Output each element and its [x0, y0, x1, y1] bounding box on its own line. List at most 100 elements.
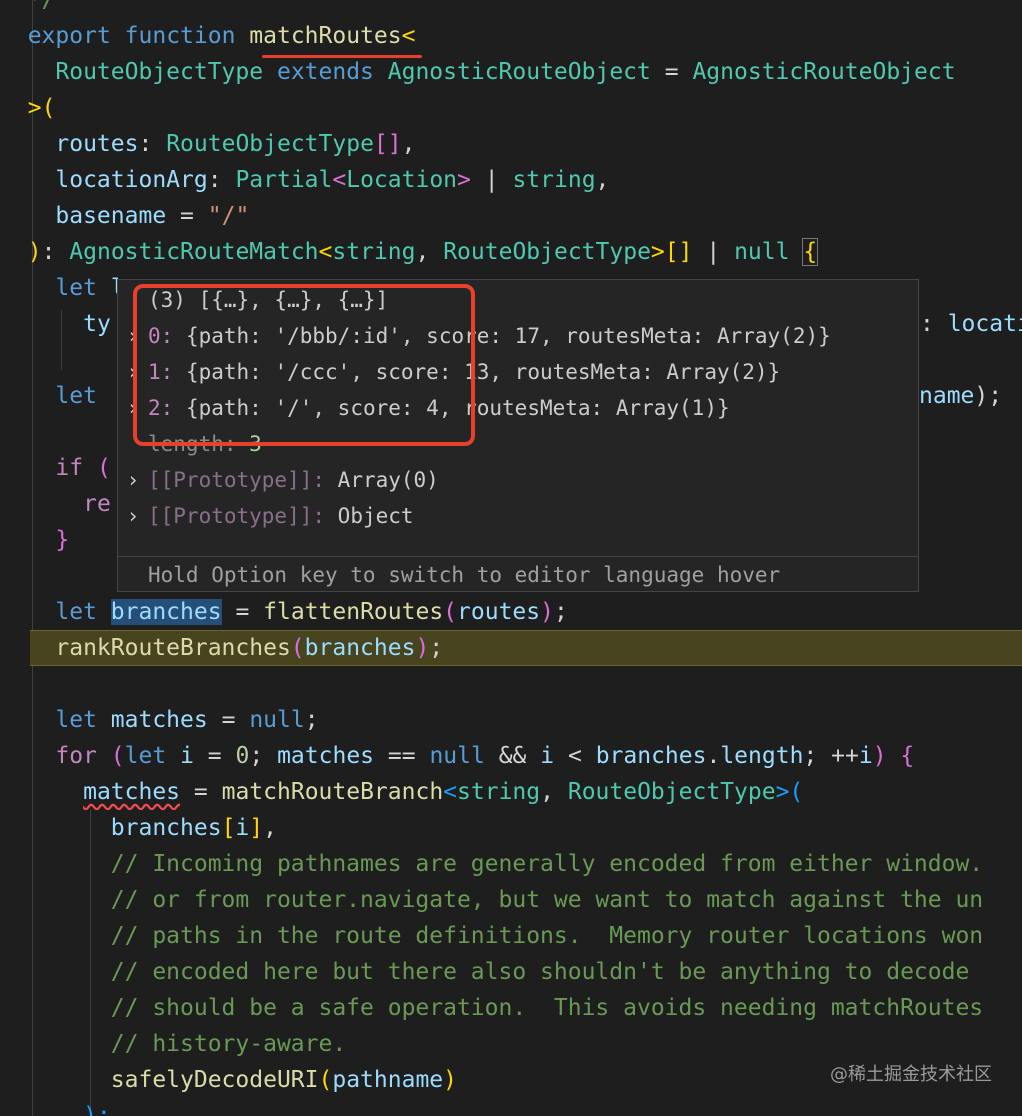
chevron-right-icon[interactable]: › [118, 498, 148, 534]
punct: , [540, 779, 554, 805]
function-call[interactable]: safelyDecodeURI [111, 1067, 319, 1093]
operator: | [484, 167, 499, 193]
bracket: [] [664, 239, 693, 265]
code-line[interactable]: let matches = null; [0, 702, 1022, 738]
code-line[interactable]: let branches = flattenRoutes(routes); [0, 594, 1022, 630]
param: basename [55, 203, 167, 229]
comment: // should be a safe operation. This avoi… [110, 995, 984, 1021]
code-line[interactable]: matches = matchRouteBranch<string, Route… [0, 774, 1022, 810]
punct: ; [304, 707, 319, 733]
code-line[interactable]: ): AgnosticRouteMatch<string, RouteObjec… [0, 234, 1022, 270]
comment: */ [27, 0, 56, 13]
prototype-label: [[Prototype]] [148, 504, 313, 528]
variable: i [180, 743, 194, 769]
code-line[interactable]: // encoded here but there also shouldn't… [0, 954, 1022, 990]
bracket: > [775, 779, 790, 805]
prototype-value: Array(0) [337, 468, 439, 492]
code-line[interactable]: RouteObjectType extends AgnosticRouteObj… [0, 54, 1022, 90]
keyword: function [124, 23, 236, 49]
bracket: > [457, 167, 471, 193]
code-line[interactable]: branches[i], [0, 810, 1022, 846]
keyword: let [124, 743, 167, 769]
function-call[interactable]: flattenRoutes [263, 599, 443, 625]
code-line[interactable]: // or from router.navigate, but we want … [0, 882, 1022, 918]
code-line[interactable]: locationArg: Partial<Location> | string, [0, 162, 1022, 198]
operator: = [180, 203, 194, 229]
variable: locati [947, 311, 1022, 337]
bracket: [ [221, 815, 236, 841]
bracket: ) [872, 743, 887, 769]
code-line[interactable]: >( [0, 90, 1022, 126]
function-call[interactable]: rankRouteBranches [55, 635, 290, 661]
function-name[interactable]: matchRoutes [249, 23, 401, 49]
keyword: re [83, 491, 111, 517]
code-line-right: name); [919, 378, 1022, 414]
code-line[interactable]: routes: RouteObjectType[], [0, 126, 1022, 162]
hover-proto-array[interactable]: › [[Prototype]]: Array(0) [118, 462, 439, 498]
operator: = [207, 743, 222, 769]
variable: pathname [332, 1067, 444, 1093]
bracket: { [802, 238, 819, 266]
punct: ; [553, 599, 568, 625]
hover-proto-object[interactable]: › [[Prototype]]: Object [118, 498, 414, 534]
punct: : [41, 239, 56, 265]
bracket: < [332, 167, 347, 193]
variable: branches [595, 743, 707, 769]
keyword: let [55, 599, 97, 625]
code-line[interactable]: // history-aware. [0, 1026, 1022, 1062]
keyword: extends [276, 59, 374, 85]
type: null [734, 239, 790, 265]
comment: // history-aware. [110, 1031, 347, 1057]
comment: // or from router.navigate, but we want … [110, 887, 984, 913]
keyword: export [27, 23, 111, 49]
bracket: > [650, 239, 665, 265]
chevron-right-icon[interactable]: › [118, 462, 148, 498]
function-call[interactable]: matchRouteBranch [222, 779, 444, 805]
code-line[interactable]: basename = "/" [0, 198, 1022, 234]
variable: branches [304, 635, 416, 661]
punct: , [595, 167, 610, 193]
code-line[interactable]: // Incoming pathnames are generally enco… [0, 846, 1022, 882]
code-line[interactable]: export function matchRoutes< [0, 18, 1022, 54]
param: routes [55, 131, 139, 157]
type: RouteObjectType [567, 779, 776, 805]
punct: : [207, 167, 222, 193]
type: Partial [235, 167, 333, 193]
type: string [332, 239, 416, 265]
code-line[interactable]: ); [0, 1098, 1022, 1116]
bracket: } [55, 527, 70, 553]
bracket: ( [290, 635, 305, 661]
variable-error[interactable]: matches [83, 779, 180, 805]
variable[interactable]: branches [110, 599, 222, 625]
prototype-label: [[Prototype]] [148, 468, 313, 492]
type: AgnosticRouteObject [692, 59, 956, 85]
variable: branches [110, 815, 222, 841]
bracket: ( [318, 1067, 333, 1093]
code-line[interactable]: */ [0, 0, 1022, 18]
operator: | [706, 239, 721, 265]
annotation-box [133, 284, 475, 446]
code-line[interactable]: // should be a safe operation. This avoi… [0, 990, 1022, 1026]
keyword: let [55, 383, 97, 409]
operator: = [221, 707, 236, 733]
punct: ; [249, 743, 264, 769]
code-line[interactable]: // paths in the route definitions. Memor… [0, 918, 1022, 954]
bracket: ( [96, 455, 111, 481]
bracket: ( [443, 599, 458, 625]
code-editor[interactable]: */ export function matchRoutes< RouteObj… [0, 0, 1022, 1116]
type: RouteObjectType [443, 239, 651, 265]
bracket: ) [415, 635, 430, 661]
watermark: @稀土掘金技术社区 [830, 1064, 992, 1085]
variable: i [858, 743, 873, 769]
keyword: null [249, 707, 305, 733]
keyword: for [55, 743, 97, 769]
bracket: { [900, 743, 915, 769]
punct: , [401, 131, 416, 157]
variable: matches [110, 707, 208, 733]
code-line-current[interactable]: rankRouteBranches(branches); [0, 630, 1022, 666]
comment: // Incoming pathnames are generally enco… [110, 851, 984, 877]
code-line[interactable]: for (let i = 0; matches == null && i < b… [0, 738, 1022, 774]
param: locationArg [55, 167, 208, 193]
prototype-value: Object [337, 504, 414, 528]
bracket: < [443, 779, 458, 805]
